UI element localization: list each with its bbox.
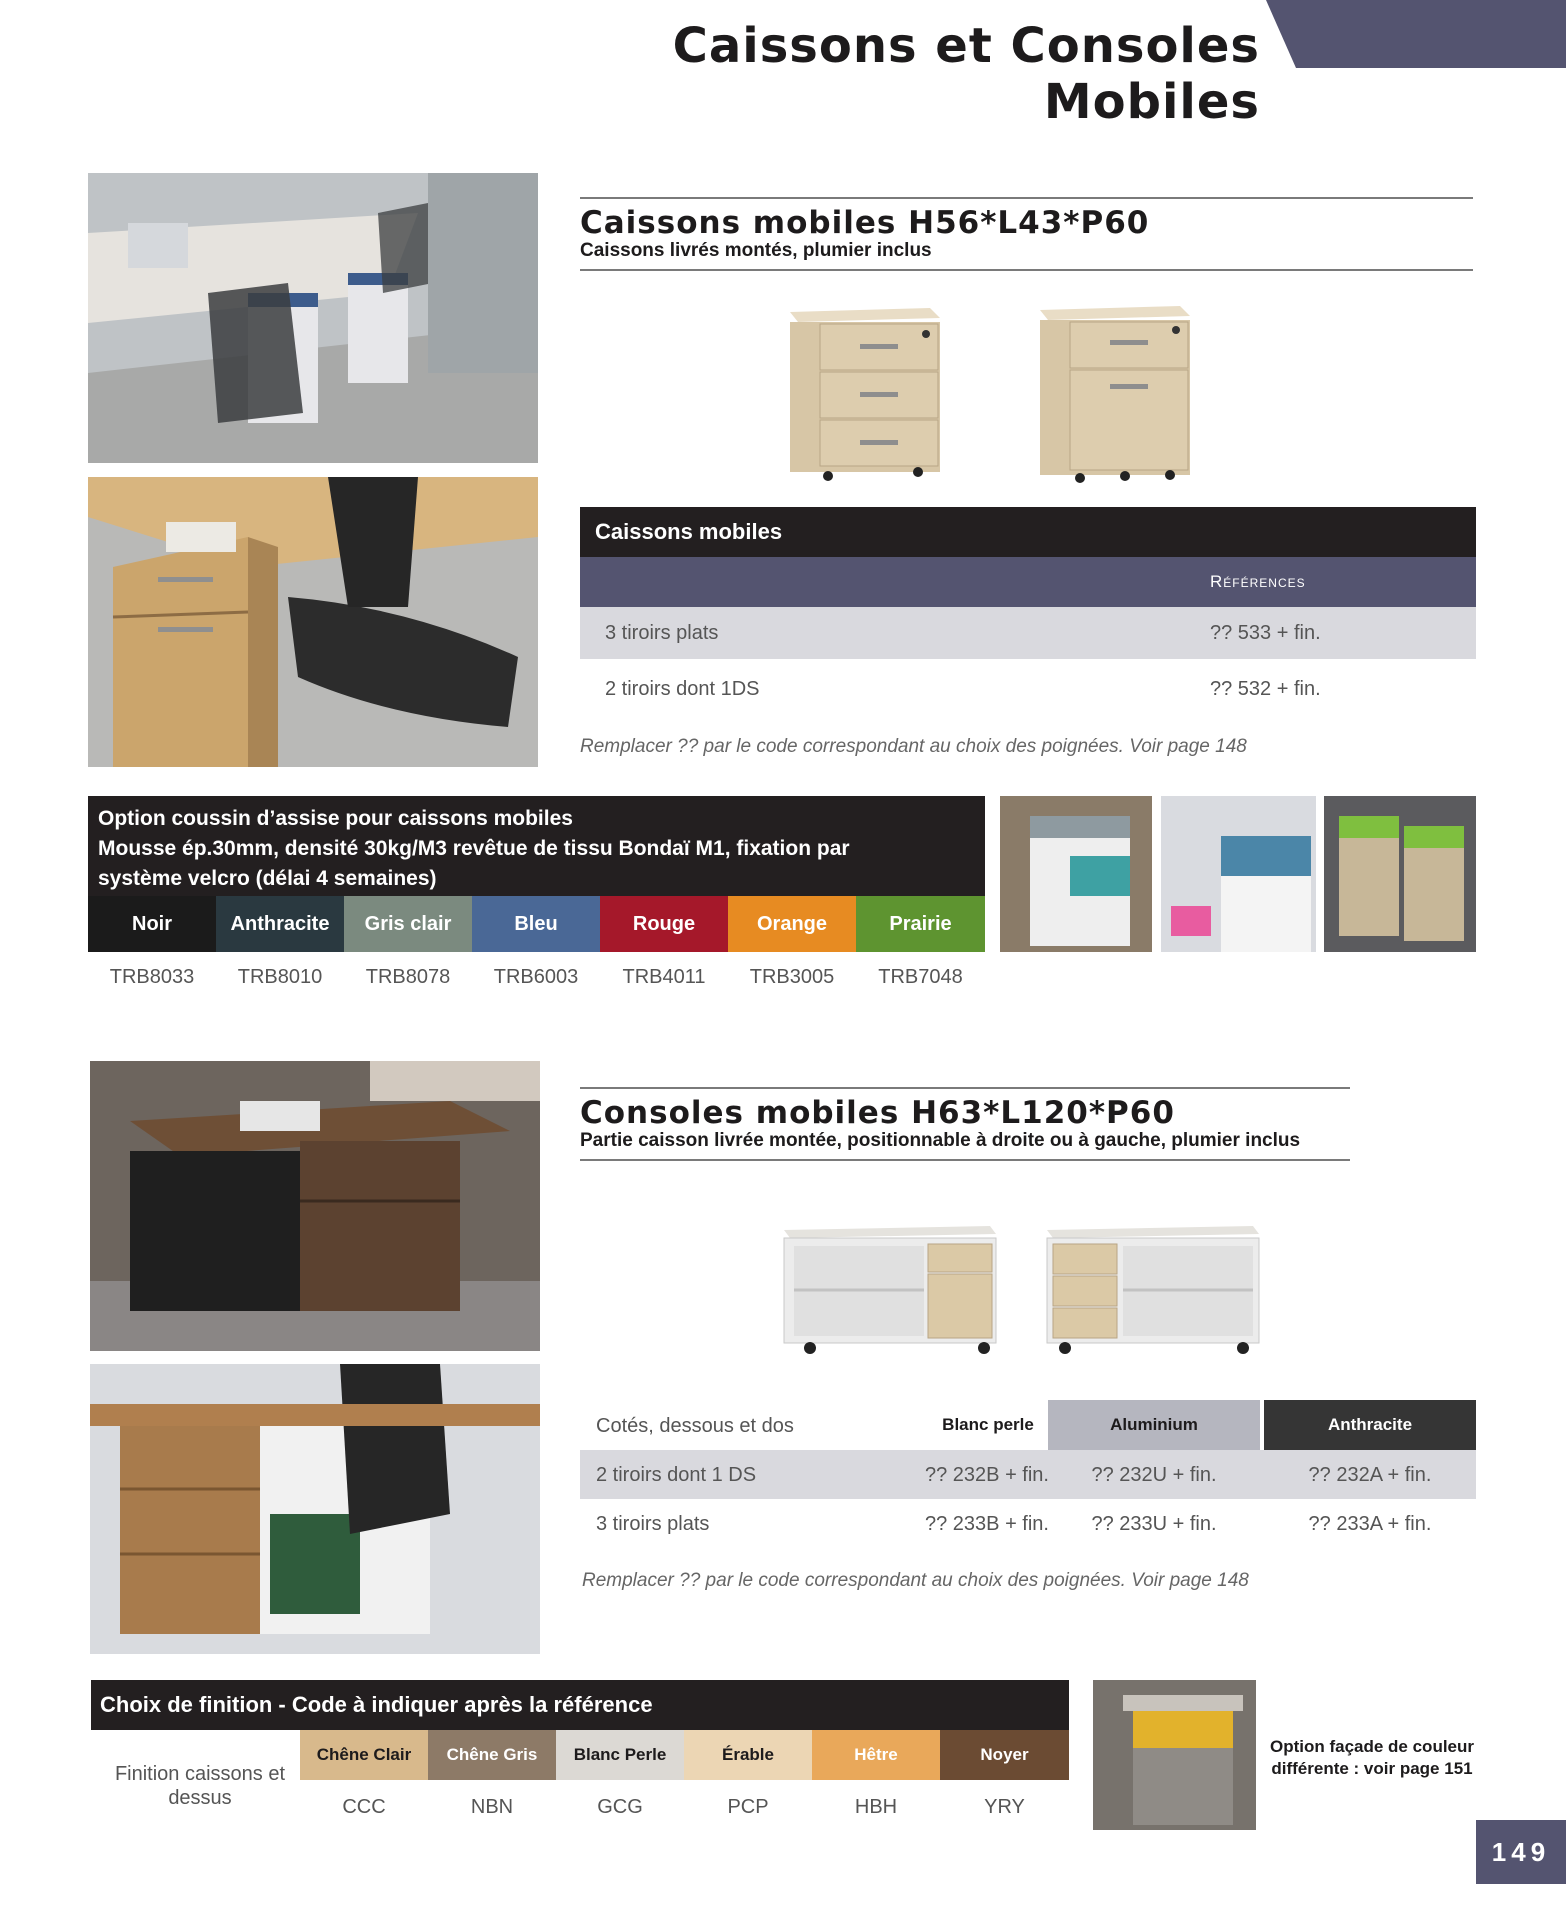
swatch-label: Hêtre	[854, 1745, 898, 1764]
swatch-label: Orange	[756, 912, 828, 935]
header-label: Cotés, dessous et dos	[596, 1415, 794, 1437]
office-desks-photo	[88, 173, 538, 463]
cushion-title: Option coussin d’assise pour caissons mo…	[98, 807, 573, 830]
page-number: 149	[1476, 1820, 1566, 1884]
swatch-label: Prairie	[889, 912, 952, 935]
cushion-code: TRB8078	[365, 966, 451, 988]
caissons-table-title: Caissons mobiles	[580, 507, 1476, 557]
finish-code: NBN	[470, 1796, 514, 1818]
consoles-table-header: Cotés, dessous et dos Blanc perle Alumin…	[580, 1400, 1476, 1450]
finish-anthracite: Anthracite	[1264, 1400, 1476, 1450]
consoles-handle-note: Remplacer ?? par le code correspondant a…	[582, 1570, 1249, 1591]
caissons-handle-note: Remplacer ?? par le code correspondant a…	[580, 736, 1247, 757]
facade-color-photo	[1093, 1680, 1256, 1830]
table-row: 3 tiroirs plats ?? 533 + fin.	[580, 607, 1476, 659]
cushion-description-line1: Mousse ép.30mm, densité 30kg/M3 revêtue …	[98, 837, 850, 860]
swatch-label: Blanc Perle	[573, 1745, 667, 1764]
facade-option-note: Option façade de couleur différente : vo…	[1269, 1737, 1475, 1778]
wood-console-photo	[90, 1364, 540, 1654]
swatch-label: Chêne Clair	[316, 1745, 412, 1764]
swatch-rouge: Rouge	[600, 896, 728, 952]
wood-caisson-photo	[88, 477, 538, 767]
swatch-label: Érable	[722, 1745, 774, 1764]
row-reference: ?? 533 + fin.	[1210, 622, 1321, 644]
row-label: 2 tiroirs dont 1 DS	[596, 1464, 757, 1486]
consoles-bottom-rule	[580, 1159, 1350, 1161]
caissons-table-header: Références	[580, 557, 1476, 607]
row-value: ?? 232A + fin.	[1308, 1464, 1432, 1486]
cushion-code: TRB6003	[493, 966, 579, 988]
swatch-label: Noyer	[980, 1745, 1029, 1764]
cushion-code: TRB4011	[622, 966, 706, 988]
row-label: 3 tiroirs plats	[605, 622, 719, 644]
wood-chene-clair: Chêne Clair	[300, 1730, 428, 1780]
finish-aluminium: Aluminium	[1048, 1400, 1260, 1450]
wood-blanc-perle: Blanc Perle	[556, 1730, 684, 1780]
cushion-description-line2: système velcro (délai 4 semaines)	[98, 867, 437, 890]
consoles-top-rule	[580, 1087, 1350, 1089]
cushion-code: TRB8033	[109, 966, 195, 988]
header-corner-band	[1266, 0, 1566, 68]
cushion-code: TRB8010	[237, 966, 323, 988]
finish-code: HBH	[854, 1796, 898, 1818]
wood-chene-gris: Chêne Gris	[428, 1730, 556, 1780]
swatch-prairie: Prairie	[856, 896, 985, 952]
table-row: 2 tiroirs dont 1DS ?? 532 + fin.	[580, 663, 1476, 715]
swatch-bleu: Bleu	[472, 896, 600, 952]
swatch-label: Chêne Gris	[446, 1745, 538, 1764]
cushion-codes: TRB8033 TRB8010 TRB8078 TRB6003 TRB4011 …	[88, 966, 985, 989]
consoles-subtitle: Partie caisson livrée montée, positionna…	[580, 1130, 1301, 1151]
table-row: 2 tiroirs dont 1 DS ?? 232B + fin. ?? 23…	[580, 1450, 1476, 1499]
console-right-caisson-image	[780, 1218, 1000, 1358]
cushion-photo-blue	[1161, 796, 1316, 952]
finition-row-label: Finition caissons et dessus	[114, 1763, 286, 1809]
row-label: 3 tiroirs plats	[596, 1513, 710, 1535]
cushion-photo-green	[1324, 796, 1476, 952]
page-title: Caissons et Consoles Mobiles	[672, 18, 1260, 130]
wood-noyer: Noyer	[940, 1730, 1069, 1780]
caisson-2-drawers-image	[1030, 300, 1200, 485]
row-value: ?? 233A + fin.	[1308, 1513, 1432, 1535]
cushion-photo-teal	[1000, 796, 1152, 952]
swatch-noir: Noir	[88, 896, 216, 952]
row-reference: ?? 532 + fin.	[1210, 678, 1321, 700]
swatch-label: Rouge	[632, 912, 696, 935]
caissons-top-rule	[580, 197, 1473, 199]
swatch-label: Noir	[132, 912, 172, 935]
swatch-anthracite: Anthracite	[216, 896, 344, 952]
swatch-label: Gris clair	[364, 912, 452, 935]
walnut-console-photo	[90, 1061, 540, 1351]
caissons-subtitle: Caissons livrés montés, plumier inclus	[580, 240, 932, 261]
references-column-header: Références	[1210, 572, 1306, 591]
caisson-3-drawers-image	[780, 300, 950, 485]
caissons-title: Caissons mobiles H56*L43*P60	[580, 205, 1150, 241]
swatch-label: Bleu	[514, 912, 558, 935]
finish-code: PCP	[727, 1796, 769, 1818]
row-label: 2 tiroirs dont 1DS	[605, 678, 760, 700]
wood-finish-swatches: Chêne Clair Chêne Gris Blanc Perle Érabl…	[300, 1730, 1069, 1780]
finish-code: GCG	[597, 1796, 643, 1818]
row-value: ?? 232U + fin.	[1091, 1464, 1217, 1486]
finish-code: YRY	[984, 1796, 1025, 1818]
wood-erable: Érable	[684, 1730, 812, 1780]
cushion-option-header: Option coussin d’assise pour caissons mo…	[88, 796, 985, 896]
finition-header: Choix de finition - Code à indiquer aprè…	[91, 1680, 1069, 1730]
cushion-color-swatches: Noir Anthracite Gris clair Bleu Rouge Or…	[88, 896, 985, 952]
swatch-label: Anthracite	[230, 912, 330, 935]
swatch-orange: Orange	[728, 896, 856, 952]
table-row: 3 tiroirs plats ?? 233B + fin. ?? 233U +…	[580, 1499, 1476, 1548]
console-left-caisson-image	[1043, 1218, 1263, 1358]
swatch-gris-clair: Gris clair	[344, 896, 472, 952]
wood-hetre: Hêtre	[812, 1730, 940, 1780]
consoles-title: Consoles mobiles H63*L120*P60	[580, 1095, 1175, 1131]
caissons-bottom-rule	[580, 269, 1473, 271]
cushion-code: TRB7048	[878, 966, 963, 988]
finish-code: CCC	[342, 1796, 386, 1818]
wood-finish-codes: CCC NBN GCG PCP HBH YRY	[300, 1796, 1069, 1819]
row-value: ?? 233U + fin.	[1091, 1513, 1217, 1535]
cushion-code: TRB3005	[749, 966, 835, 988]
